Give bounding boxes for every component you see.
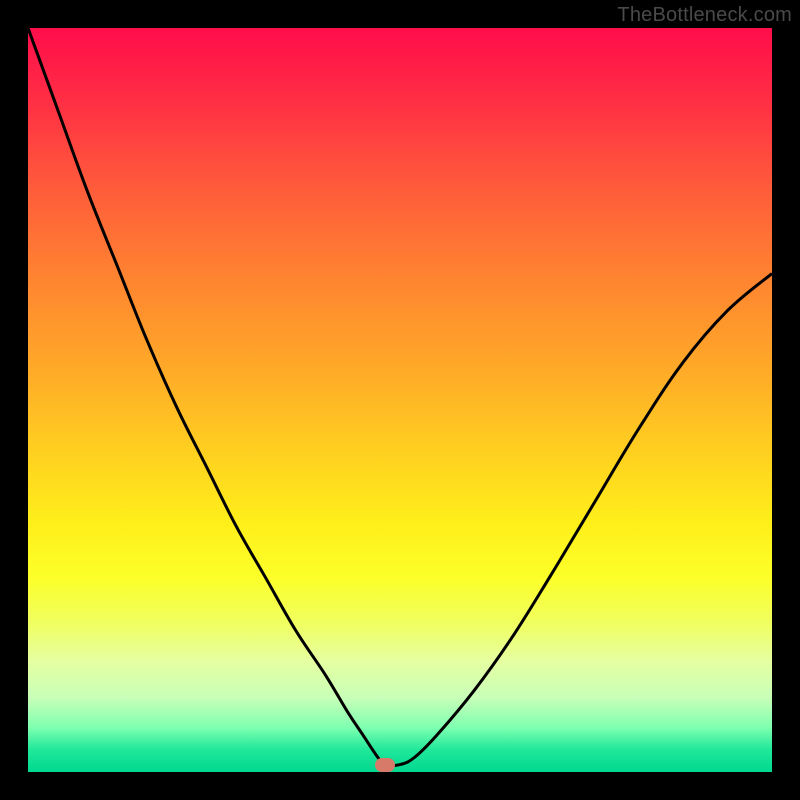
curve-svg [28, 28, 772, 772]
watermark-text: TheBottleneck.com [617, 4, 792, 27]
chart-frame: TheBottleneck.com [0, 0, 800, 800]
optimal-point-marker [375, 758, 395, 772]
plot-area [28, 28, 772, 772]
bottleneck-curve [28, 28, 772, 766]
